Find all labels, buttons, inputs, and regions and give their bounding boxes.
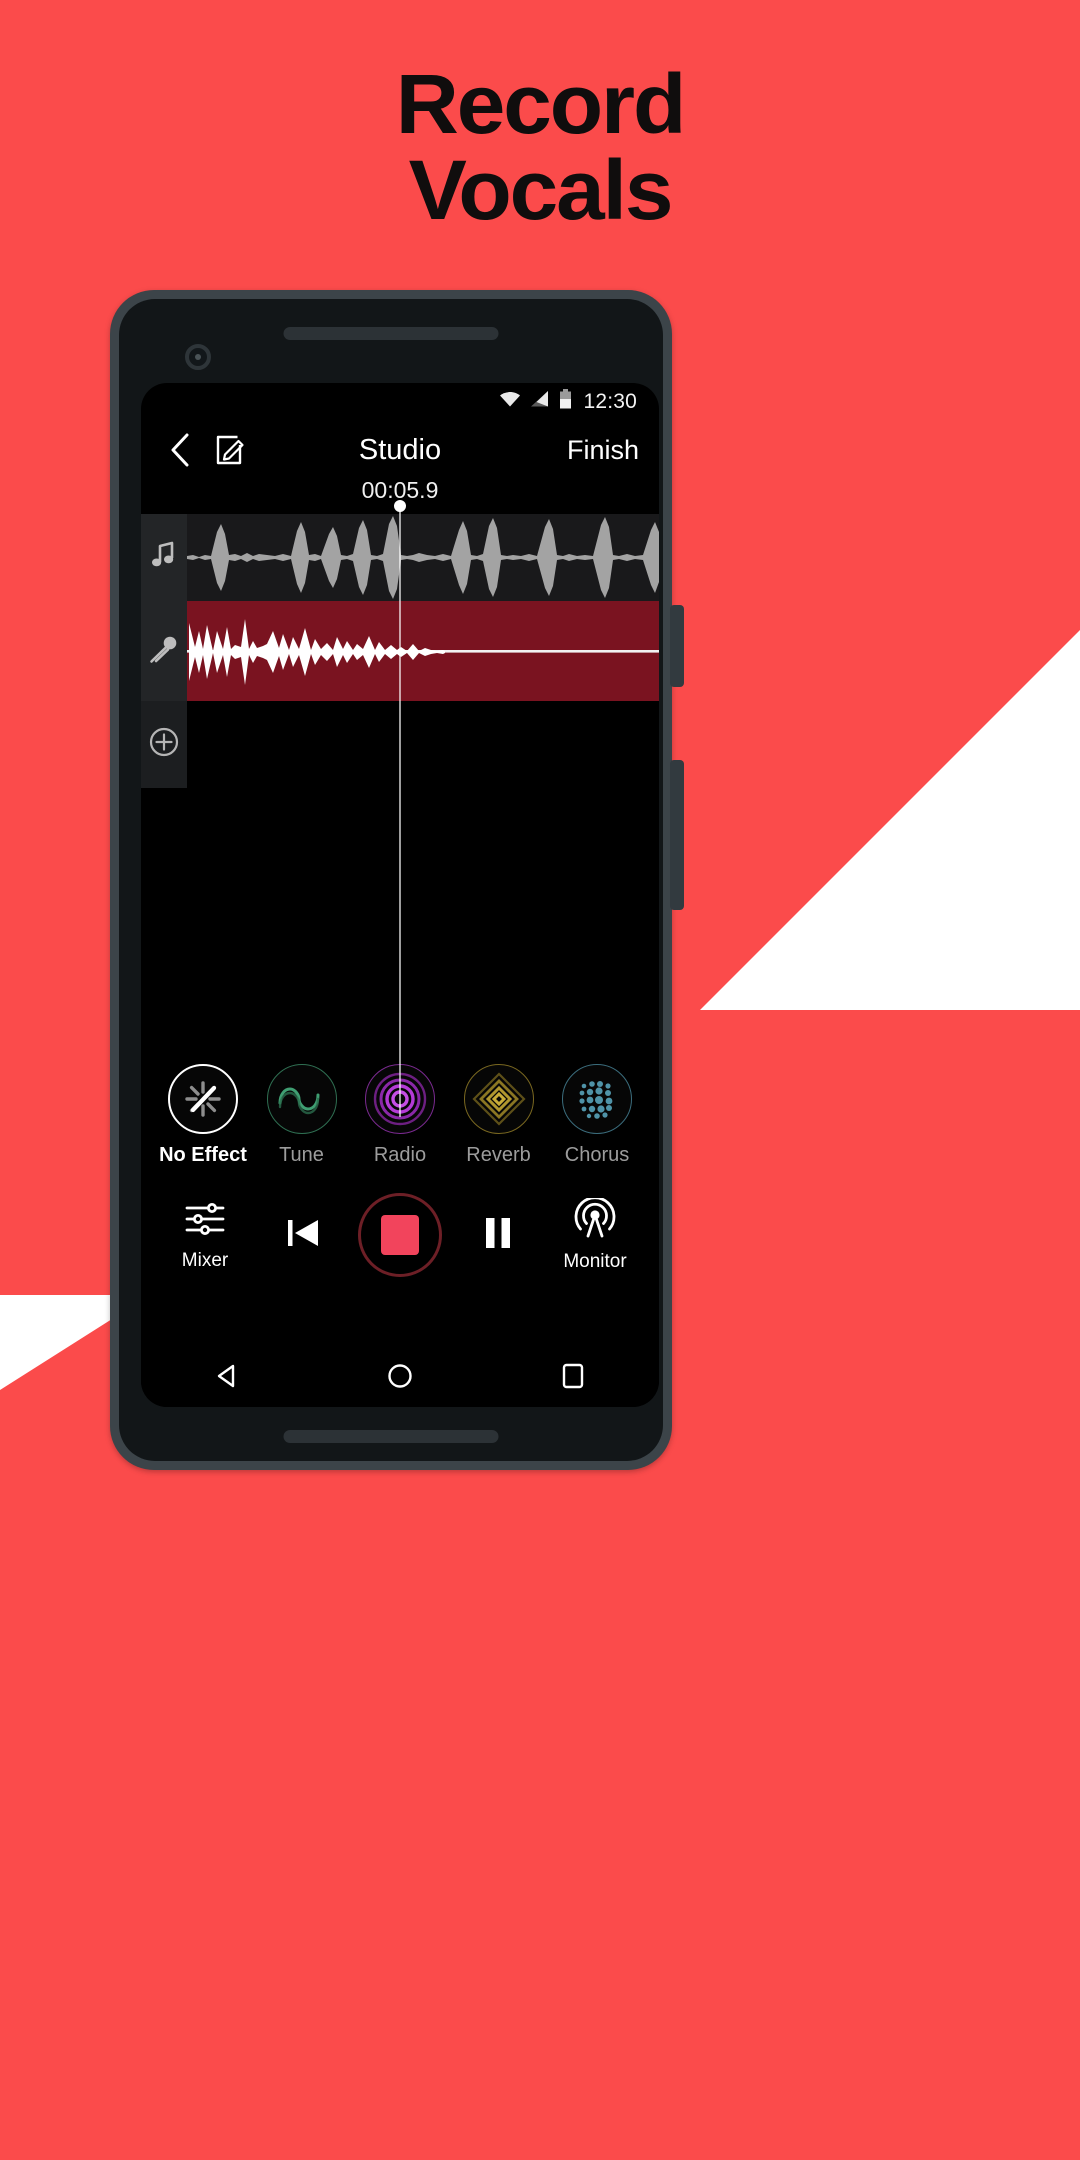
- mixer-label: Mixer: [181, 1249, 229, 1271]
- status-bar: 12:30: [141, 383, 659, 421]
- phone-bezel: 12:30 Studio Finish 00:05.9 No Effect Tu…: [119, 299, 663, 1461]
- monitor-label: Monitor: [563, 1250, 627, 1272]
- add-track-button[interactable]: [141, 701, 187, 788]
- record-stop-button[interactable]: [358, 1193, 442, 1277]
- back-button[interactable]: [159, 433, 201, 467]
- vocal-waveform[interactable]: [187, 601, 659, 701]
- mixer-button[interactable]: Mixer: [163, 1199, 247, 1272]
- effect-no-effect[interactable]: No Effect: [159, 1064, 247, 1167]
- android-recents-icon[interactable]: [538, 1362, 608, 1390]
- track-list: [141, 500, 659, 1117]
- recording-timer: 00:05.9: [361, 477, 439, 503]
- no-effect-icon: [168, 1064, 238, 1134]
- headline-line-2: Vocals: [408, 142, 674, 237]
- tune-wave-icon: [266, 1064, 337, 1134]
- phone-side-button-power: [670, 760, 684, 910]
- wifi-icon: [499, 390, 521, 414]
- app-header: Studio Finish: [141, 421, 659, 479]
- radio-rings-icon: [365, 1064, 435, 1134]
- table-row[interactable]: [141, 601, 659, 701]
- phone-bottom-speaker: [283, 1430, 499, 1443]
- effect-radio[interactable]: Radio: [356, 1064, 444, 1167]
- monitor-button[interactable]: Monitor: [553, 1195, 637, 1273]
- effect-chorus[interactable]: Chorus: [553, 1064, 641, 1167]
- status-bar-clock: 12:30: [583, 390, 637, 413]
- chorus-dots-icon: [562, 1064, 632, 1134]
- phone-device-frame: 12:30 Studio Finish 00:05.9 No Effect Tu…: [110, 290, 684, 1470]
- empty-timeline-area[interactable]: [141, 788, 659, 1058]
- stop-square-icon: [381, 1215, 419, 1255]
- vocal-track-header[interactable]: [141, 601, 187, 701]
- record-button-ring[interactable]: [358, 1193, 442, 1277]
- effect-tune[interactable]: Tune: [258, 1064, 346, 1167]
- cellular-signal-icon: [530, 390, 550, 414]
- skip-to-start-button[interactable]: [261, 1212, 345, 1259]
- effects-carousel: No Effect Tune Radio Reverb Chorus: [141, 1064, 659, 1167]
- reverb-diamond-icon: [463, 1064, 534, 1134]
- android-navigation-bar: [141, 1345, 659, 1407]
- effect-label: Tune: [279, 1144, 324, 1166]
- effect-label: No Effect: [159, 1144, 247, 1166]
- battery-icon: [559, 389, 572, 415]
- effect-label: Radio: [373, 1144, 427, 1166]
- promo-headline: Record Vocals: [0, 57, 1080, 237]
- pause-button[interactable]: [456, 1212, 540, 1259]
- edit-compose-icon[interactable]: [207, 434, 253, 466]
- effect-reverb[interactable]: Reverb: [455, 1064, 543, 1167]
- effect-label: Reverb: [466, 1144, 531, 1166]
- effect-label: Chorus: [564, 1144, 630, 1166]
- phone-side-button-volume: [670, 605, 684, 687]
- plus-circle-icon: [149, 727, 179, 762]
- music-track-header[interactable]: [141, 514, 187, 601]
- phone-earpiece-speaker: [283, 327, 499, 340]
- android-back-icon[interactable]: [192, 1362, 262, 1390]
- add-track-row[interactable]: [141, 701, 659, 788]
- music-waveform[interactable]: [187, 514, 659, 601]
- headline-line-1: Record: [395, 57, 687, 151]
- music-note-icon: [151, 541, 177, 574]
- add-track-body[interactable]: [187, 701, 659, 788]
- phone-front-camera: [185, 344, 211, 370]
- transport-controls: Mixer Monitor: [141, 1167, 659, 1277]
- phone-screen: 12:30 Studio Finish 00:05.9 No Effect Tu…: [141, 383, 659, 1407]
- android-home-icon[interactable]: [365, 1362, 435, 1390]
- table-row[interactable]: [141, 514, 659, 601]
- finish-button[interactable]: Finish: [567, 435, 641, 466]
- microphone-icon: [149, 634, 179, 669]
